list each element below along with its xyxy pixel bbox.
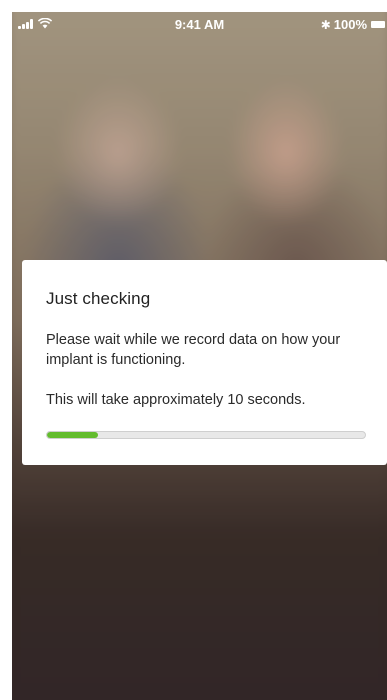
progress-bar-fill bbox=[47, 432, 98, 438]
dialog-title: Just checking bbox=[46, 289, 151, 308]
phone-screen: 9:41 AM ✱ 100% Just checking Please wait… bbox=[12, 12, 387, 700]
battery-percentage: 100% bbox=[333, 17, 367, 32]
progress-bar bbox=[46, 431, 366, 439]
battery-icon bbox=[371, 21, 385, 28]
bluetooth-icon: ✱ bbox=[320, 17, 331, 32]
status-right-group: ✱ 100% bbox=[321, 17, 385, 32]
dialog-message: Please wait while we record data on how … bbox=[46, 332, 341, 368]
checking-dialog: Just checking Please wait while we recor… bbox=[22, 260, 387, 465]
dialog-duration-note: This will take approximately 10 seconds. bbox=[46, 392, 306, 408]
status-bar: 9:41 AM ✱ 100% bbox=[12, 12, 387, 36]
